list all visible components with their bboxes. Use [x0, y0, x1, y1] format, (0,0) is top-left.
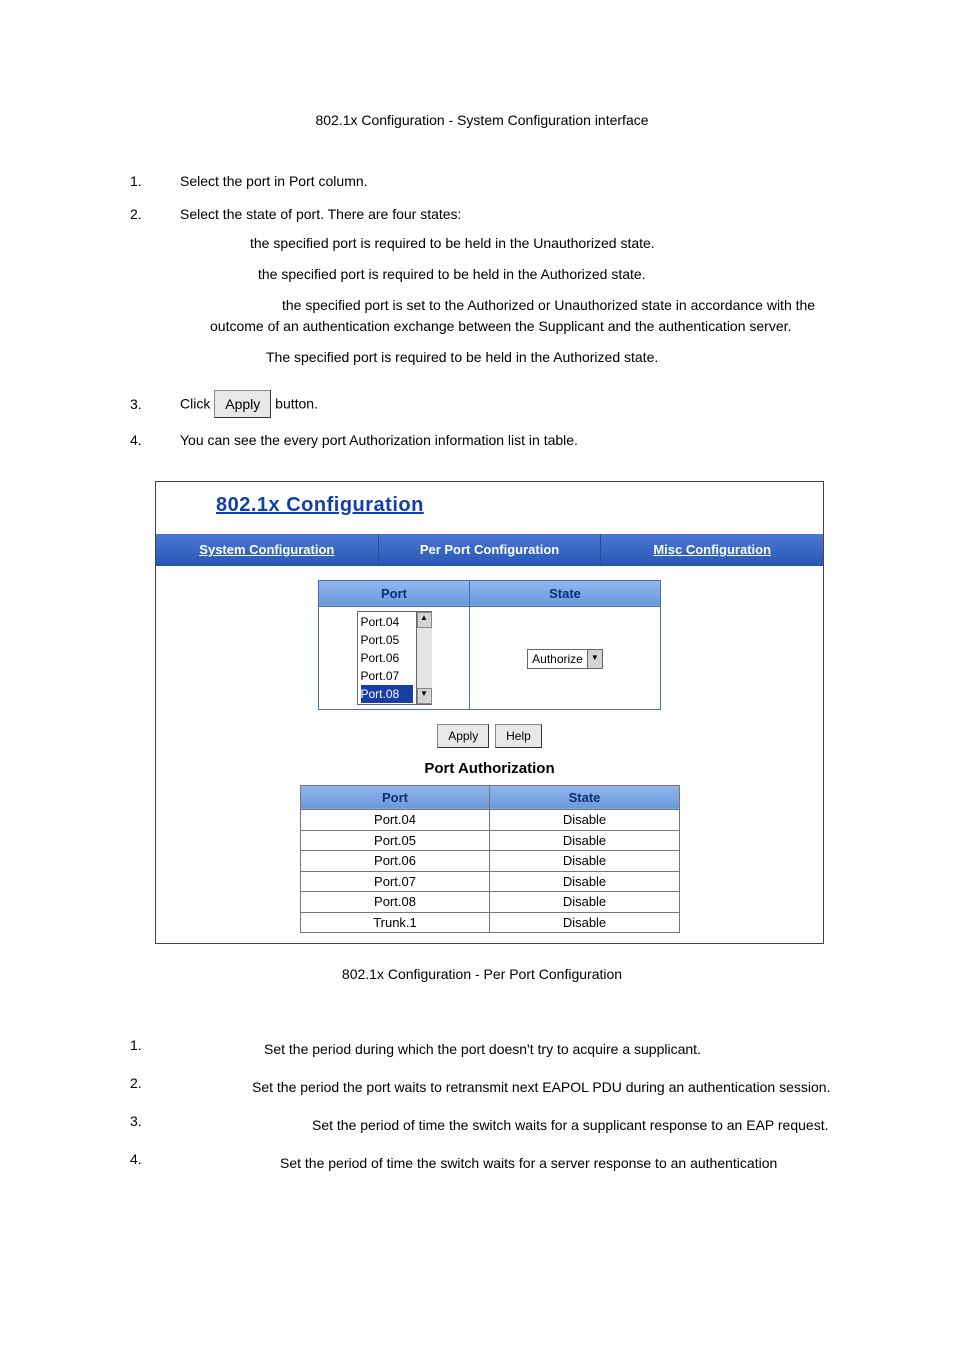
table-row: Trunk.1Disable [300, 912, 679, 933]
state-select-value: Authorize [528, 650, 587, 668]
cell-state: Disable [490, 871, 679, 892]
cell-port: Port.07 [300, 871, 490, 892]
chevron-down-icon: ▼ [587, 650, 602, 668]
item-number: 3. [130, 1111, 180, 1139]
column-header-state: State [470, 580, 661, 607]
cell-port: Port.08 [300, 892, 490, 913]
table-row: Port.04Disable [300, 810, 679, 831]
port-listbox[interactable]: Port.04Port.05Port.06Port.07Port.08 ▲ ▼ [357, 611, 432, 705]
item-text-post: button. [275, 396, 318, 412]
port-option[interactable]: Port.05 [361, 631, 413, 649]
item-text: Set the period the port waits to retrans… [252, 1079, 830, 1095]
port-authorization-title: Port Authorization [156, 758, 823, 781]
sub-item: the specified port is set to the Authori… [210, 297, 815, 334]
item-number: 1. [130, 171, 180, 192]
apply-button-graphic: Apply [214, 390, 271, 418]
state-select[interactable]: Authorize ▼ [527, 649, 603, 669]
item-number: 4. [130, 430, 180, 451]
port-option[interactable]: Port.04 [361, 613, 413, 631]
config-tabs: System Configuration Per Port Configurat… [156, 534, 823, 566]
cell-port: Port.05 [300, 830, 490, 851]
item-text: Set the period of time the switch waits … [280, 1155, 777, 1171]
cell-port: Port.06 [300, 851, 490, 872]
figure-caption-top: 802.1x Configuration - System Configurat… [130, 110, 834, 131]
port-authorization-table: Port State Port.04DisablePort.05DisableP… [300, 785, 680, 934]
item-text: You can see the every port Authorization… [180, 430, 834, 451]
item-text: Select the port in Port column. [180, 171, 834, 192]
item-text: Select the state of port. There are four… [180, 206, 461, 222]
item-text: Set the period during which the port doe… [264, 1041, 701, 1057]
sub-item: The specified port is required to be hel… [266, 347, 834, 368]
scroll-up-icon[interactable]: ▲ [417, 612, 432, 628]
tab-system-configuration[interactable]: System Configuration [156, 534, 379, 566]
sub-item: the specified port is required to be hel… [258, 264, 834, 285]
cell-state: Disable [490, 830, 679, 851]
port-option[interactable]: Port.08 [361, 685, 413, 703]
port-option[interactable]: Port.07 [361, 667, 413, 685]
page-title: 802.1x Configuration [216, 494, 424, 516]
screenshot-per-port-config: 802.1x Configuration System Configuratio… [155, 481, 824, 944]
table-row: Port.08Disable [300, 892, 679, 913]
scroll-down-icon[interactable]: ▼ [417, 688, 432, 704]
item-number: 2. [130, 204, 180, 378]
tab-per-port-configuration[interactable]: Per Port Configuration [379, 534, 602, 566]
tab-misc-configuration[interactable]: Misc Configuration [601, 534, 823, 566]
per-port-steps: 1. Select the port in Port column. 2. Se… [130, 171, 834, 451]
table-row: Port.06Disable [300, 851, 679, 872]
cell-state: Disable [490, 892, 679, 913]
apply-button[interactable]: Apply [437, 724, 489, 748]
cell-state: Disable [490, 912, 679, 933]
table-row: Port.05Disable [300, 830, 679, 851]
cell-port: Trunk.1 [300, 912, 490, 933]
cell-state: Disable [490, 851, 679, 872]
column-header-port: Port [319, 580, 470, 607]
item-number: 1. [130, 1035, 180, 1063]
port-option[interactable]: Port.06 [361, 649, 413, 667]
item-number: 4. [130, 1149, 180, 1177]
cell-state: Disable [490, 810, 679, 831]
misc-config-steps: 1. Set the period during which the port … [130, 1035, 834, 1177]
sub-item: the specified port is required to be hel… [250, 233, 834, 254]
table-row: Port.07Disable [300, 871, 679, 892]
column-header-state: State [490, 785, 679, 810]
figure-caption-bottom: 802.1x Configuration - Per Port Configur… [130, 964, 834, 985]
cell-port: Port.04 [300, 810, 490, 831]
column-header-port: Port [300, 785, 490, 810]
item-text: Set the period of time the switch waits … [312, 1117, 828, 1133]
item-text-pre: Click [180, 396, 214, 412]
port-state-table: Port State Port.04Port.05Port.06Port.07P… [318, 580, 661, 711]
item-number: 2. [130, 1073, 180, 1101]
help-button[interactable]: Help [495, 724, 542, 748]
item-number: 3. [130, 394, 180, 415]
